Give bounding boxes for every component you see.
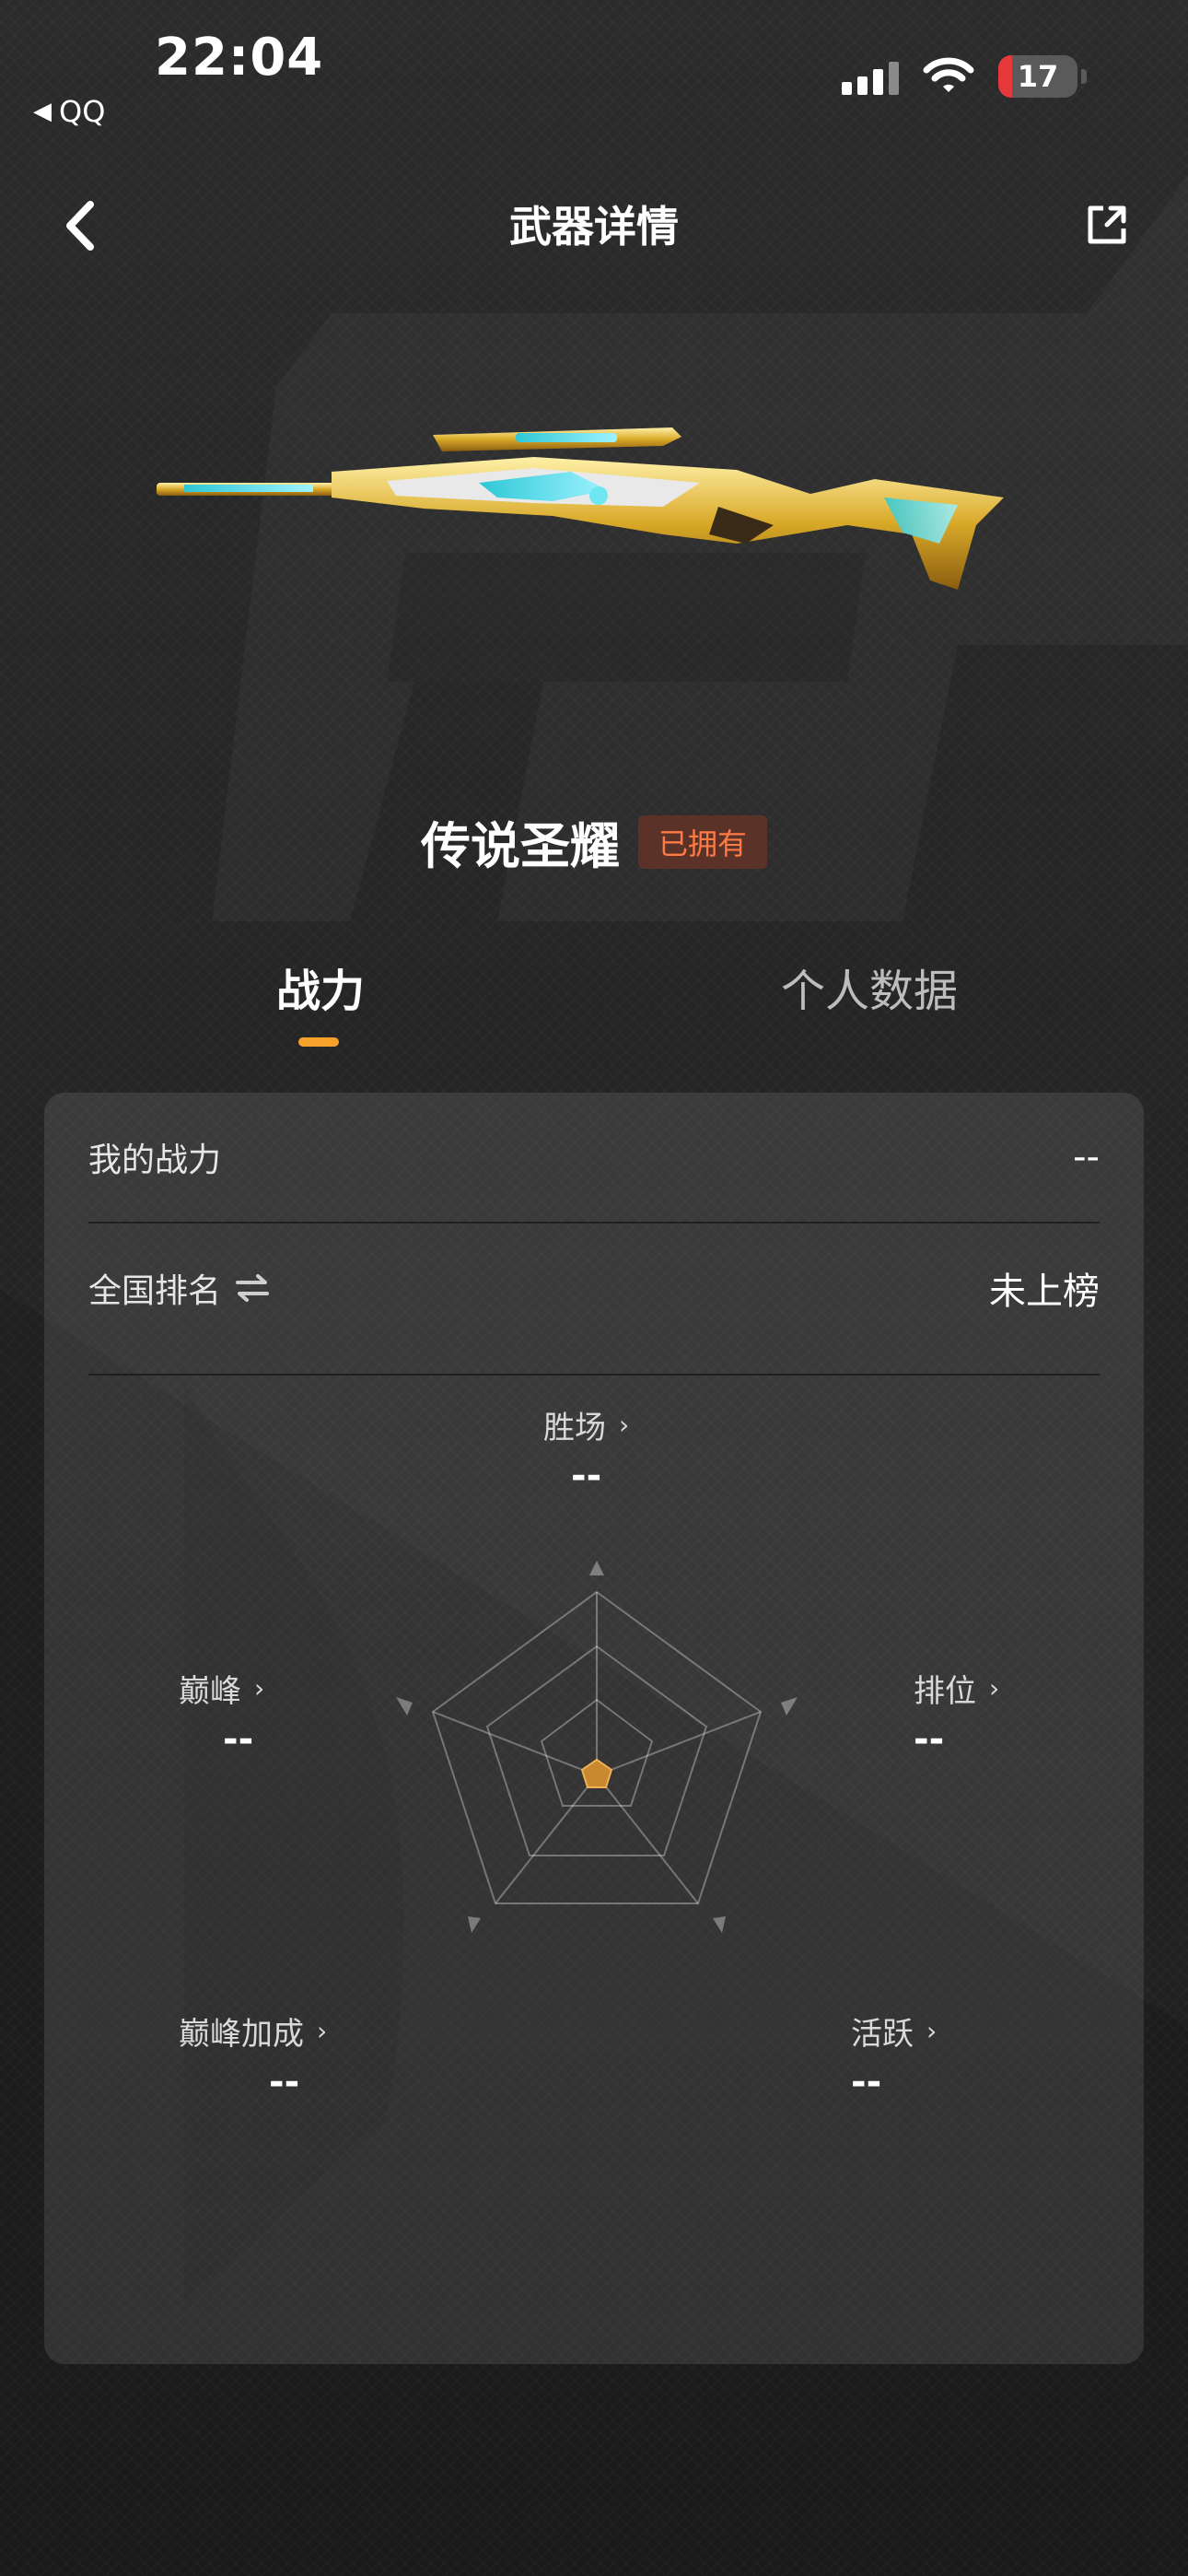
divider [88, 1374, 1100, 1376]
power-card: 我的战力 -- 全国排名 未上榜 胜场 › -- 巅峰 › -- 排位 › --… [44, 1093, 1144, 2364]
stat-active-label-row: 活跃 › [851, 2008, 937, 2054]
radar-axis [495, 1774, 598, 1904]
screen: 22:04 ◀ QQ 17 武器详情 传说圣耀 已拥有 战力 个人数据 我的战力… [0, 0, 1188, 2576]
chevron-right-icon: › [619, 1410, 630, 1440]
national-rank-value: 未上榜 [989, 1270, 1100, 1313]
radar-arrow-left [396, 1697, 413, 1715]
stat-wins-label-row: 胜场 › [543, 1402, 629, 1447]
battery-fill [998, 55, 1012, 98]
stat-active-label: 活跃 [851, 2016, 914, 2053]
radar-chart [396, 1561, 798, 1933]
status-indicators: 17 [842, 55, 1087, 98]
external-share-icon[interactable] [1083, 201, 1131, 249]
stat-active-value: -- [851, 2061, 882, 2103]
stat-ranked-value: -- [914, 1718, 945, 1761]
stat-active[interactable]: 活跃 › -- [851, 2008, 937, 2103]
tab-active-indicator [298, 1037, 339, 1047]
battery-level: 17 [1017, 59, 1059, 94]
my-power-label: 我的战力 [88, 1142, 222, 1179]
battery-icon: 17 [998, 55, 1077, 98]
stat-wins-value: -- [571, 1455, 602, 1497]
my-power-row: 我的战力 -- [88, 1130, 1100, 1185]
national-rank-label: 全国排名 [88, 1272, 222, 1310]
radar-arrow-right [781, 1697, 798, 1715]
stat-peak-bonus-value: -- [269, 2061, 300, 2103]
weapon-image [157, 427, 1004, 590]
stat-peak-bonus[interactable]: 巅峰加成 › -- [179, 2008, 327, 2103]
radar-axis [596, 1711, 762, 1776]
stat-peak-label-row: 巅峰 › [179, 1666, 264, 1711]
radar-arrow-bottom-right [713, 1916, 726, 1933]
tab-power[interactable]: 战力 [276, 954, 365, 1019]
weapon-name: 传说圣耀 [420, 817, 620, 875]
back-to-app-link[interactable]: ◀ QQ [33, 94, 105, 129]
stat-peak-bonus-label-row: 巅峰加成 › [179, 2008, 327, 2054]
page-title: 武器详情 [509, 202, 679, 252]
radar-arrow-bottom-left [468, 1916, 481, 1933]
chevron-right-icon: › [254, 1673, 265, 1704]
stat-peak-value: -- [223, 1718, 254, 1761]
weapon-title-row: 传说圣耀 已拥有 [0, 805, 1188, 878]
radar-axis [596, 1774, 699, 1904]
my-power-value: -- [1073, 1136, 1100, 1178]
stat-peak-bonus-label: 巅峰加成 [179, 2016, 304, 2053]
national-rank-label-group: 全国排名 [88, 1264, 271, 1312]
stat-ranked-label: 排位 [914, 1673, 976, 1710]
back-app-label: QQ [59, 94, 106, 129]
wifi-icon [923, 57, 974, 92]
stat-wins-label: 胜场 [543, 1410, 606, 1446]
cellular-signal-icon [842, 58, 899, 95]
stat-wins[interactable]: 胜场 › -- [543, 1402, 629, 1497]
status-time: 22:04 [155, 28, 324, 88]
chevron-right-icon: › [989, 1673, 1000, 1704]
tab-personal-data[interactable]: 个人数据 [781, 954, 958, 1019]
back-triangle-icon: ◀ [33, 98, 52, 125]
battery-cap [1081, 69, 1087, 84]
radar-value-area [580, 1758, 613, 1788]
stat-peak-label: 巅峰 [179, 1673, 241, 1710]
owned-badge: 已拥有 [637, 814, 767, 869]
swap-arrows-icon[interactable] [234, 1272, 271, 1304]
chevron-right-icon: › [926, 2016, 938, 2046]
radar-axis [432, 1711, 598, 1776]
radar-arrow-top [589, 1561, 604, 1575]
chevron-right-icon: › [317, 2016, 328, 2046]
stat-ranked-label-row: 排位 › [914, 1666, 999, 1711]
stat-peak[interactable]: 巅峰 › -- [179, 1666, 264, 1761]
divider [88, 1222, 1100, 1224]
stat-ranked[interactable]: 排位 › -- [914, 1666, 999, 1761]
national-rank-row[interactable]: 全国排名 未上榜 [88, 1260, 1100, 1316]
